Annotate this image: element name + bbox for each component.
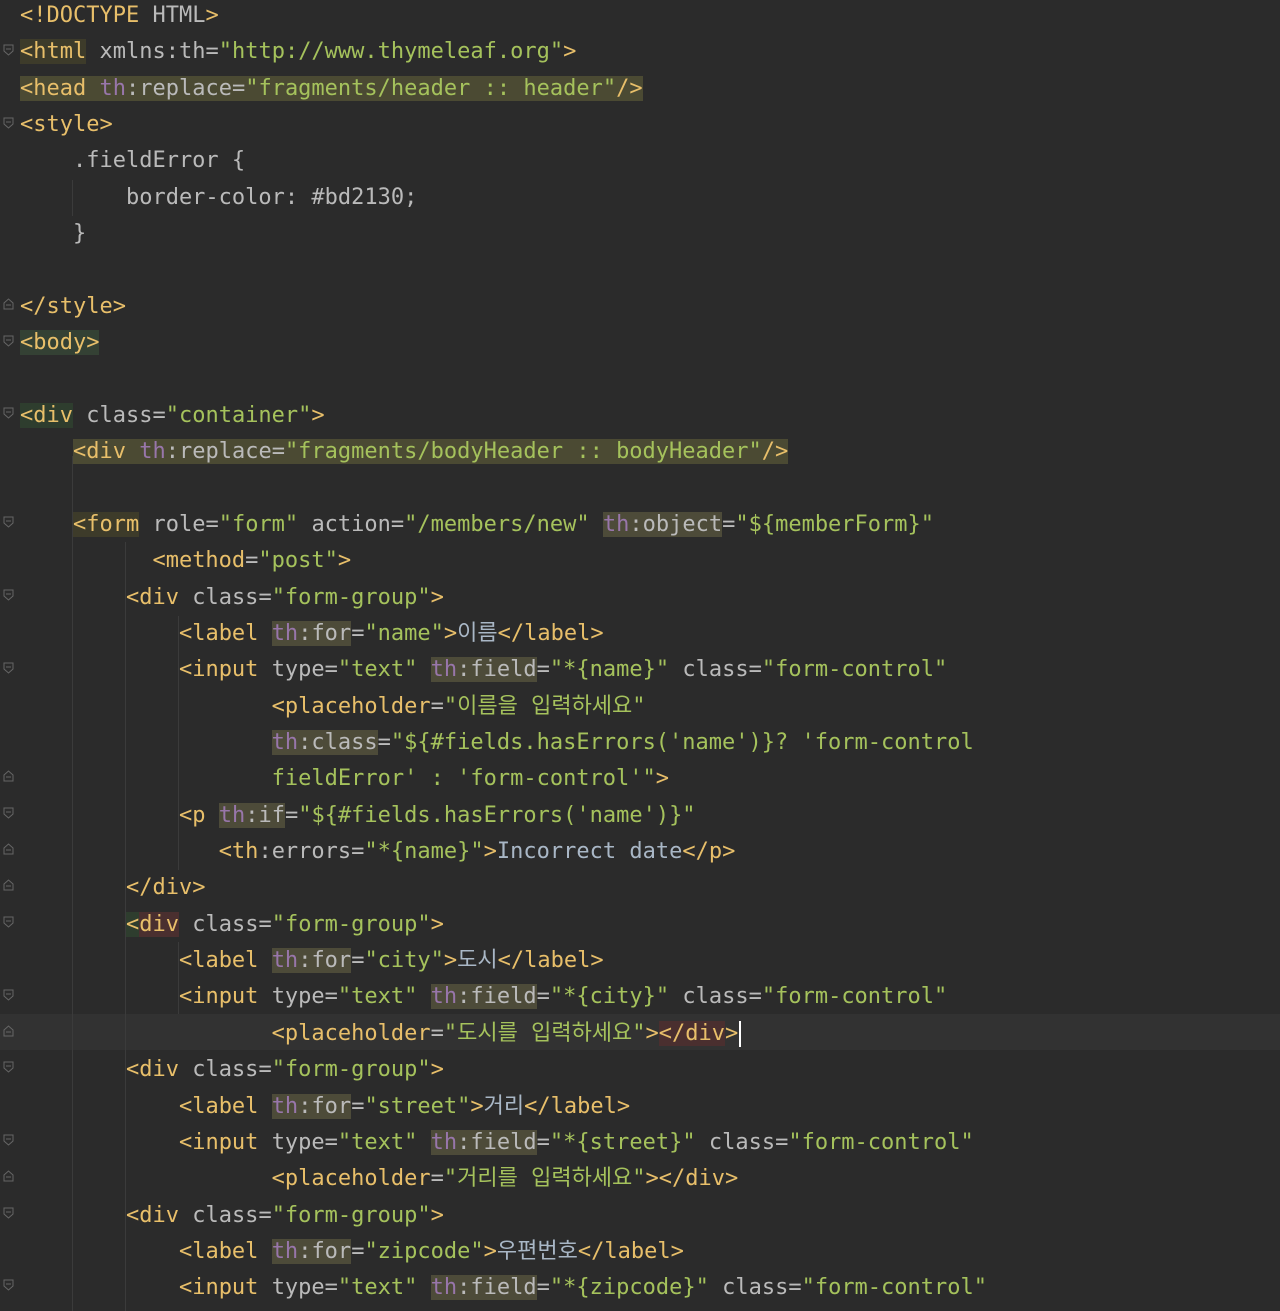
fold-marker-icon[interactable] [3,1279,14,1291]
code-line[interactable]: </style> [20,289,126,325]
code-line[interactable]: fieldError' : 'form-control'"> [20,761,669,797]
code-line[interactable]: } [20,216,86,252]
fold-marker-icon[interactable] [3,807,14,819]
fold-end-icon[interactable] [3,1170,14,1182]
fold-marker-icon[interactable] [3,916,14,928]
code-line[interactable]: <div class="container"> [20,398,325,434]
code-line[interactable]: <method="post"> [20,543,351,579]
code-line[interactable]: <input type="text" th:field="*{name}" cl… [20,652,947,688]
code-line[interactable]: <label th:for="city">도시</label> [20,943,604,979]
fold-marker-icon[interactable] [3,335,14,347]
code-line[interactable]: <body> [20,325,100,361]
code-line[interactable]: <div class="form-group"> [20,1198,444,1234]
code-line[interactable]: <label th:for="street">거리</label> [20,1089,630,1125]
fold-end-icon[interactable] [3,843,14,855]
code-line[interactable]: <placeholder="거리를 입력하세요"></div> [20,1161,739,1197]
fold-marker-icon[interactable] [3,407,14,419]
fold-marker-icon[interactable] [3,989,14,1001]
text-caret [739,1021,742,1047]
code-line[interactable]: <div th:replace="fragments/bodyHeader ::… [20,434,789,470]
code-line[interactable]: <input type="text" th:field="*{city}" cl… [20,979,947,1015]
code-line[interactable]: <th:errors="*{name}">Incorrect date</p> [20,834,736,870]
code-line[interactable]: <div class="form-group"> [20,907,444,943]
code-line[interactable]: <form role="form" action="/members/new" … [20,507,934,543]
code-line[interactable]: <head th:replace="fragments/header :: he… [20,71,643,107]
code-line[interactable]: <html xmlns:th="http://www.thymeleaf.org… [20,34,576,70]
code-line[interactable]: <input type="text" th:field="*{zipcode}"… [20,1270,987,1306]
fold-end-icon[interactable] [3,879,14,891]
code-line[interactable]: <placeholder="이름을 입력하세요" [20,689,646,725]
code-line[interactable]: <input type="text" th:field="*{street}" … [20,1125,974,1161]
fold-marker-icon[interactable] [3,589,14,601]
gutter[interactable] [0,0,20,1311]
code-line[interactable]: <!DOCTYPE HTML> [20,0,219,34]
code-line[interactable]: <placeholder="도시를 입력하세요"></div> [20,1016,742,1052]
code-line[interactable]: <label th:for="name">이름</label> [20,616,604,652]
fold-marker-icon[interactable] [3,1134,14,1146]
code-line[interactable]: .fieldError { [20,143,245,179]
code-line[interactable]: th:class="${#fields.hasErrors('name')}? … [20,725,974,761]
code-line[interactable]: <div class="form-group"> [20,580,444,616]
fold-marker-icon[interactable] [3,44,14,56]
code-editor[interactable]: <!DOCTYPE HTML> <html xmlns:th="http://ww… [0,0,1280,1311]
code-line[interactable]: </div> [20,870,205,906]
fold-end-icon[interactable] [3,1025,14,1037]
code-line[interactable]: <style> [20,107,113,143]
code-line[interactable]: <div class="form-group"> [20,1052,444,1088]
fold-marker-icon[interactable] [3,662,14,674]
fold-marker-icon[interactable] [3,1207,14,1219]
fold-marker-icon[interactable] [3,117,14,129]
fold-end-icon[interactable] [3,770,14,782]
code-line[interactable]: <label th:for="zipcode">우편번호</label> [20,1234,684,1270]
fold-end-icon[interactable] [3,298,14,310]
fold-marker-icon[interactable] [3,516,14,528]
code-line[interactable]: <p th:if="${#fields.hasErrors('name')}" [20,798,696,834]
fold-marker-icon[interactable] [3,1061,14,1073]
code-line[interactable]: border-color: #bd2130; [20,180,417,216]
